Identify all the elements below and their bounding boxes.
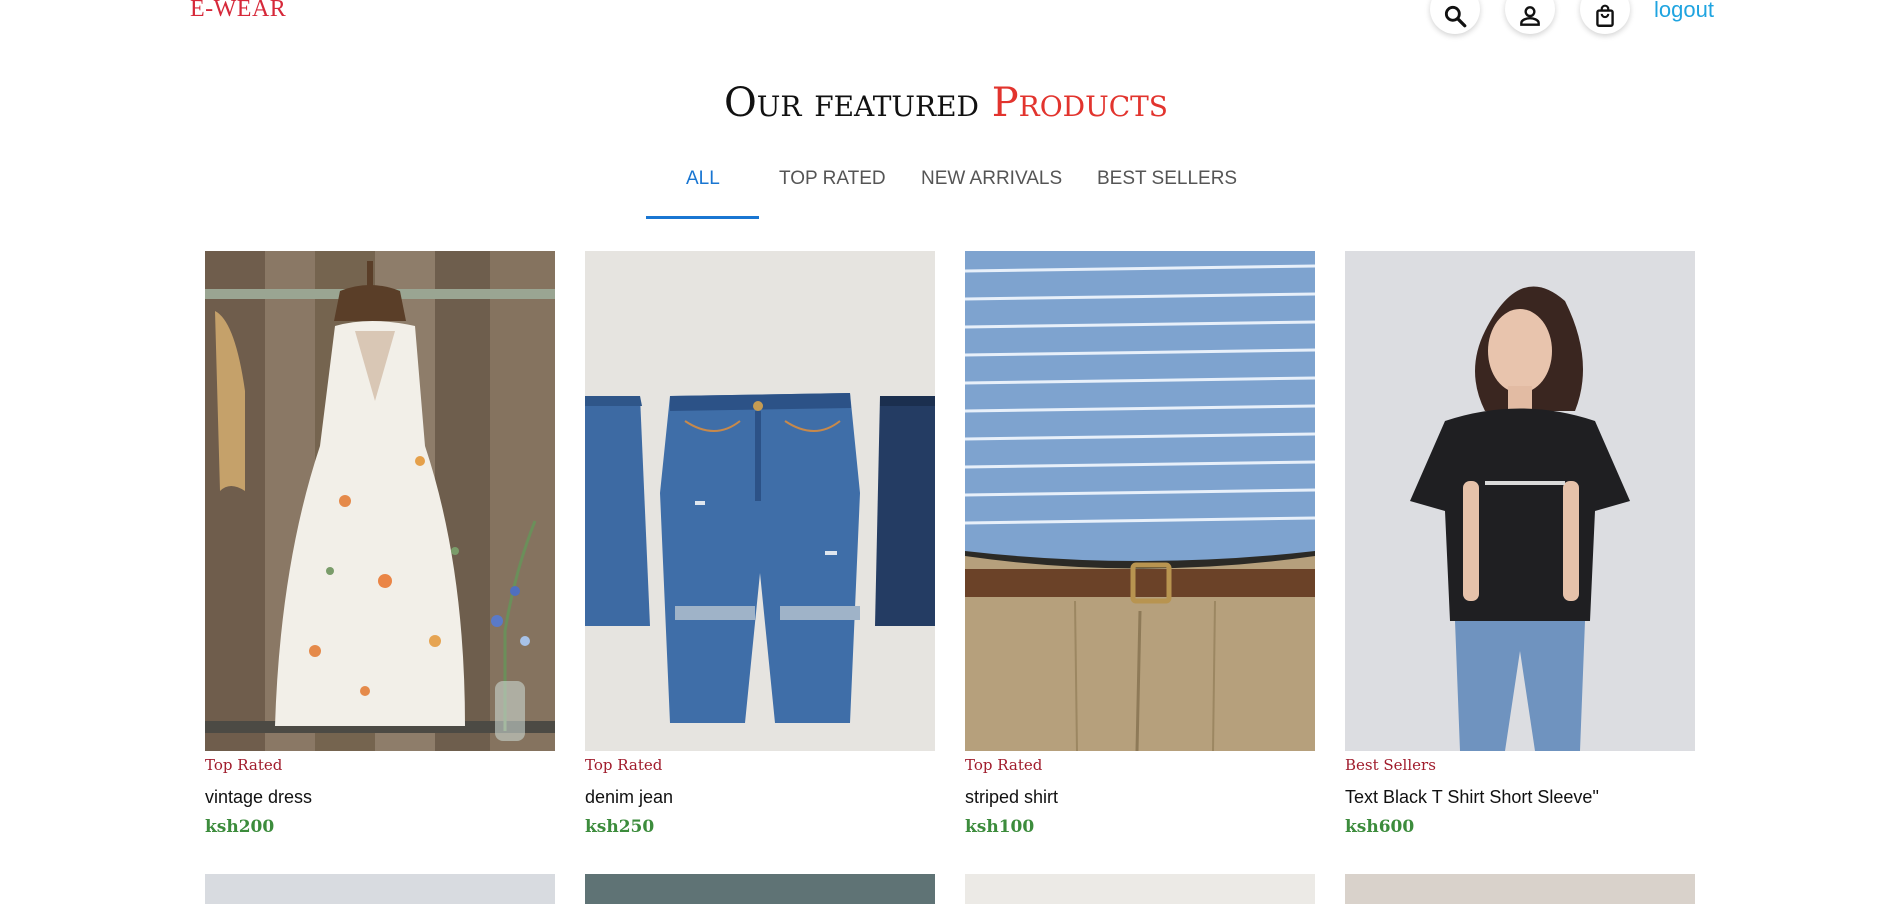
- product-name[interactable]: striped shirt: [965, 787, 1315, 811]
- product-category: Top Rated: [205, 756, 283, 774]
- logout-link[interactable]: logout: [1654, 0, 1714, 23]
- shopping-bag-icon: [1596, 4, 1614, 27]
- product-name[interactable]: denim jean: [585, 787, 935, 811]
- product-card[interactable]: Top Rated striped shirt ksh100: [965, 251, 1315, 837]
- product-price: ksh100: [965, 817, 1035, 837]
- product-card[interactable]: Best Sellers Text Black T Shirt Short Sl…: [1345, 251, 1695, 837]
- product-image-partial[interactable]: [585, 874, 935, 904]
- tab-new-arrivals[interactable]: NEW ARRIVALS: [921, 168, 1062, 190]
- active-tab-indicator: [646, 216, 759, 219]
- search-icon: [1444, 5, 1467, 28]
- brand-logo[interactable]: E-WEAR: [190, 0, 286, 23]
- product-card[interactable]: Top Rated denim jean ksh250: [585, 251, 935, 837]
- search-button[interactable]: [1430, 0, 1480, 34]
- heading-accent: Products: [991, 80, 1168, 126]
- product-category: Top Rated: [965, 756, 1043, 774]
- heading-main: Our featured: [724, 80, 992, 126]
- product-image-striped-shirt[interactable]: [965, 251, 1315, 751]
- product-image-denim-jean[interactable]: [585, 251, 935, 751]
- product-price: ksh200: [205, 817, 275, 837]
- cart-button[interactable]: [1580, 0, 1630, 34]
- product-image-partial[interactable]: [205, 874, 555, 904]
- section-heading: Our featured Products: [0, 80, 1892, 126]
- product-card[interactable]: Top Rated vintage dress ksh200: [205, 251, 555, 837]
- product-image-vintage-dress[interactable]: [205, 251, 555, 751]
- product-name[interactable]: vintage dress: [205, 787, 555, 811]
- tab-top-rated[interactable]: TOP RATED: [779, 168, 886, 190]
- account-button[interactable]: [1505, 0, 1555, 34]
- product-category: Top Rated: [585, 756, 663, 774]
- product-name[interactable]: Text Black T Shirt Short Sleeve": [1345, 787, 1695, 811]
- product-category: Best Sellers: [1345, 756, 1436, 774]
- user-icon: [1520, 6, 1540, 26]
- product-price: ksh250: [585, 817, 655, 837]
- product-price: ksh600: [1345, 817, 1415, 837]
- tab-best-sellers[interactable]: BEST SELLERS: [1097, 168, 1237, 190]
- tab-all[interactable]: ALL: [686, 168, 720, 190]
- product-image-partial[interactable]: [965, 874, 1315, 904]
- product-image-partial[interactable]: [1345, 874, 1695, 904]
- product-image-black-t-shirt[interactable]: [1345, 251, 1695, 751]
